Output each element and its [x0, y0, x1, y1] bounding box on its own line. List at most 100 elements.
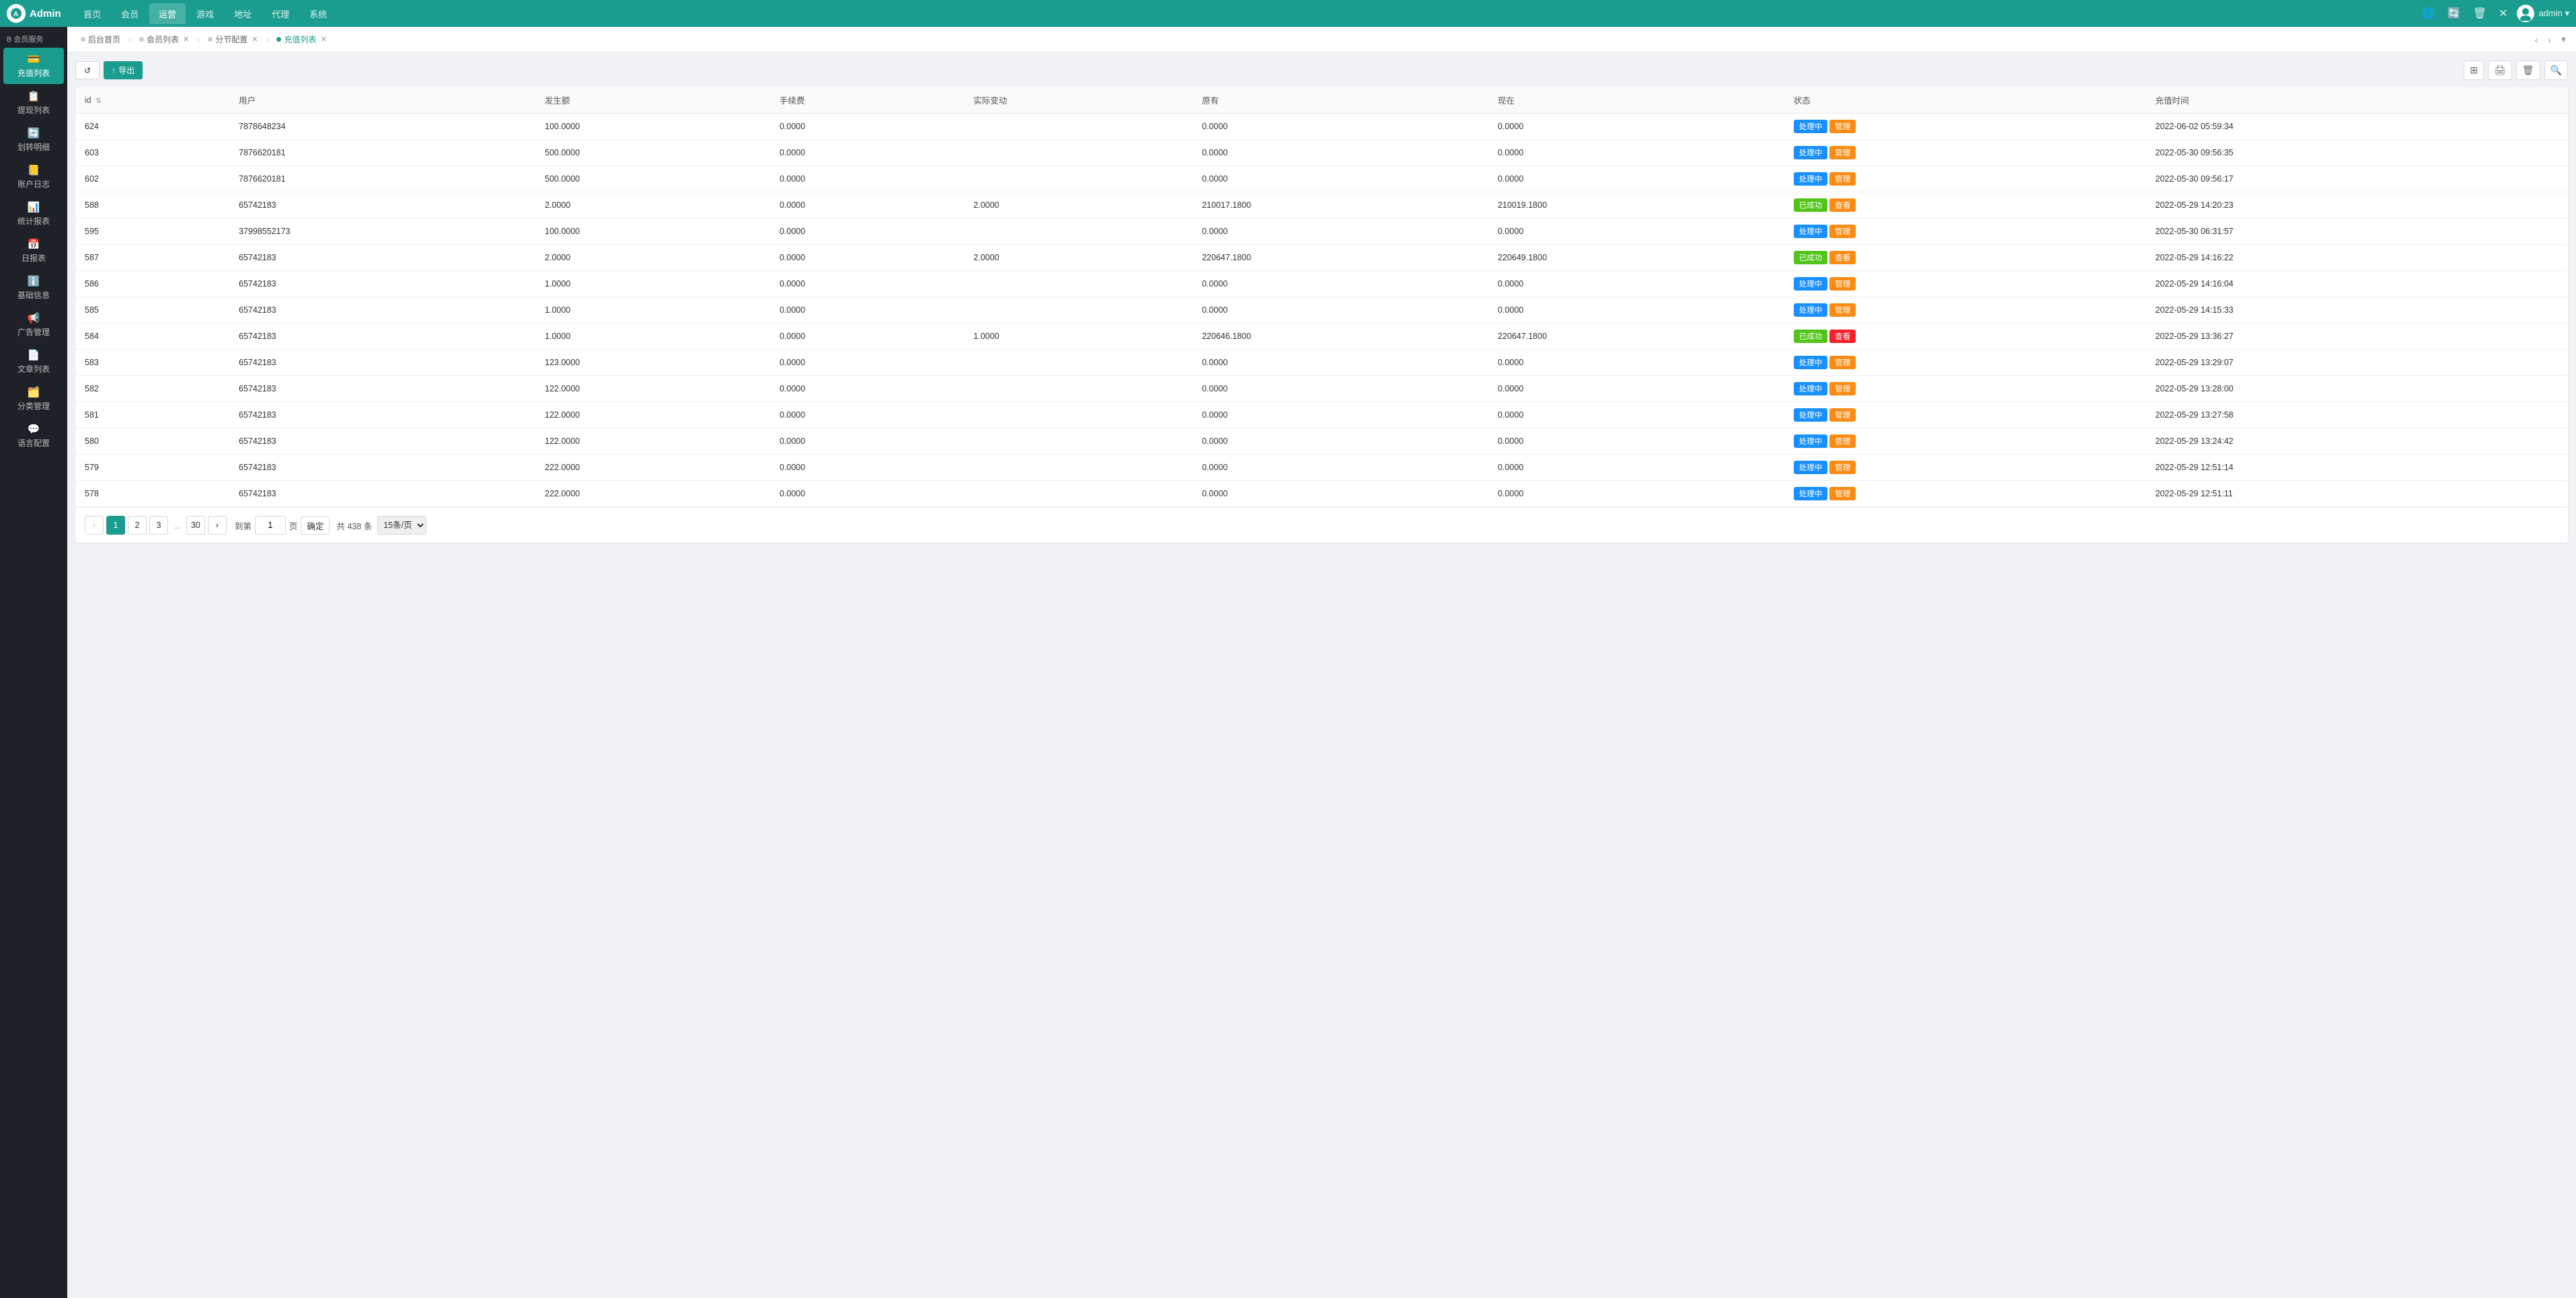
status-badge[interactable]: 查看	[1829, 198, 1856, 212]
status-badge[interactable]: 已成功	[1794, 330, 1828, 343]
sidebar-item-daily[interactable]: 📅 日报表	[3, 233, 64, 269]
status-badge[interactable]: 管理	[1829, 487, 1856, 500]
col-original: 原有	[1192, 87, 1488, 114]
refresh-nav-icon[interactable]: 🔄	[2445, 4, 2464, 23]
cell-actual-change	[964, 350, 1192, 376]
status-badge[interactable]: 处理中	[1794, 225, 1828, 238]
page-2-btn[interactable]: 2	[128, 516, 147, 535]
cell-original: 0.0000	[1192, 219, 1488, 245]
status-badge[interactable]: 处理中	[1794, 461, 1828, 474]
tab-next-arrow[interactable]: ›	[2544, 33, 2554, 46]
cell-user: 65742183	[229, 402, 535, 428]
status-badge[interactable]: 处理中	[1794, 120, 1828, 133]
tab-home[interactable]: 后台首页	[74, 30, 127, 48]
toolbar-right: ⊞ 🖨 🗑 🔍	[2464, 61, 2568, 80]
cell-id: 579	[75, 455, 229, 481]
col-id[interactable]: id ⇅	[75, 87, 229, 114]
user-info[interactable]: admin ▾	[2517, 5, 2569, 22]
page-1-btn[interactable]: 1	[106, 516, 125, 535]
cell-fee: 0.0000	[770, 140, 964, 166]
status-badge[interactable]: 处理中	[1794, 146, 1828, 159]
nav-agent[interactable]: 代理	[262, 3, 299, 24]
status-badge[interactable]: 管理	[1829, 120, 1856, 133]
nav-games[interactable]: 游戏	[187, 3, 223, 24]
status-badge[interactable]: 管理	[1829, 382, 1856, 395]
status-badge[interactable]: 已成功	[1794, 198, 1828, 212]
nav-home[interactable]: 首页	[74, 3, 110, 24]
status-badge[interactable]: 处理中	[1794, 487, 1828, 500]
sidebar-item-language[interactable]: 💬 语言配置	[3, 418, 64, 454]
sidebar-item-recharge[interactable]: 💳 充值列表	[3, 48, 64, 84]
tab-close-recharge[interactable]: ✕	[321, 35, 327, 44]
sidebar-item-basic-info[interactable]: ℹ️ 基础信息	[3, 270, 64, 306]
cell-original: 0.0000	[1192, 402, 1488, 428]
avatar	[2517, 5, 2534, 22]
tab-member-list[interactable]: 会员列表 ✕	[132, 30, 196, 48]
status-badge[interactable]: 管理	[1829, 172, 1856, 186]
nav-operations[interactable]: 运营	[149, 3, 186, 24]
status-badge[interactable]: 已成功	[1794, 251, 1828, 264]
trash-nav-icon[interactable]: 🗑	[2470, 4, 2489, 23]
sidebar-item-account-log[interactable]: 📒 账户日志	[3, 159, 64, 195]
sidebar-item-stats[interactable]: 📊 统计报表	[3, 196, 64, 232]
status-badge[interactable]: 管理	[1829, 303, 1856, 317]
nav-member[interactable]: 会员	[112, 3, 148, 24]
grid-view-button[interactable]: ⊞	[2464, 61, 2484, 80]
cell-recharge-time: 2022-05-29 13:29:07	[2146, 350, 2568, 376]
logo-icon: A	[7, 4, 26, 23]
tab-close-section[interactable]: ✕	[252, 35, 258, 44]
cell-actual-change	[964, 140, 1192, 166]
delete-button[interactable]: 🗑	[2516, 61, 2540, 80]
close-nav-icon[interactable]: ✕	[2496, 4, 2510, 23]
status-badge[interactable]: 管理	[1829, 225, 1856, 238]
page-30-btn[interactable]: 30	[186, 516, 205, 535]
tab-prev-arrow[interactable]: ‹	[2532, 33, 2542, 46]
export-button[interactable]: ↑ 导出	[104, 61, 143, 79]
refresh-button[interactable]: ↺	[75, 61, 100, 79]
sidebar-item-ads[interactable]: 📢 广告管理	[3, 307, 64, 343]
cell-id: 578	[75, 481, 229, 507]
status-badge[interactable]: 管理	[1829, 434, 1856, 448]
status-badge[interactable]: 处理中	[1794, 382, 1828, 395]
nav-system[interactable]: 系统	[300, 3, 336, 24]
tab-dropdown-arrow[interactable]: ▾	[2558, 32, 2569, 46]
cell-original: 0.0000	[1192, 376, 1488, 402]
status-badge[interactable]: 管理	[1829, 277, 1856, 291]
user-name: admin ▾	[2538, 8, 2569, 19]
app-logo[interactable]: A Admin	[7, 4, 74, 23]
globe-icon[interactable]: 🌐	[2419, 4, 2438, 23]
cell-current: 0.0000	[1488, 297, 1784, 323]
status-badge[interactable]: 处理中	[1794, 172, 1828, 186]
search-button[interactable]: 🔍	[2544, 61, 2568, 80]
status-badge[interactable]: 管理	[1829, 461, 1856, 474]
status-badge[interactable]: 处理中	[1794, 408, 1828, 422]
sidebar-item-transfer[interactable]: 🔄 划转明细	[3, 122, 64, 158]
status-badge[interactable]: 管理	[1829, 146, 1856, 159]
status-badge[interactable]: 处理中	[1794, 434, 1828, 448]
tab-section-config[interactable]: 分节配置 ✕	[201, 30, 264, 48]
sidebar-item-withdrawal[interactable]: 📋 提现列表	[3, 85, 64, 121]
page-size-select[interactable]: 10条/页 15条/页 20条/页 50条/页	[377, 516, 426, 535]
status-badge[interactable]: 管理	[1829, 408, 1856, 422]
nav-address[interactable]: 地址	[225, 3, 261, 24]
cell-actual-change	[964, 402, 1192, 428]
sidebar-item-category[interactable]: 🗂️ 分类管理	[3, 381, 64, 417]
sidebar-item-articles[interactable]: 📄 文章列表	[3, 344, 64, 380]
jump-input[interactable]	[255, 516, 286, 535]
tab-close-member[interactable]: ✕	[183, 35, 189, 44]
stats-icon: 📊	[28, 201, 40, 213]
status-badge[interactable]: 查看	[1829, 251, 1856, 264]
page-prev-btn[interactable]: ‹	[85, 516, 104, 535]
cell-user: 65742183	[229, 350, 535, 376]
print-button[interactable]: 🖨	[2488, 61, 2512, 80]
jump-confirm-btn[interactable]: 确定	[301, 517, 330, 535]
page-next-btn[interactable]: ›	[208, 516, 227, 535]
status-badge[interactable]: 管理	[1829, 356, 1856, 369]
status-badge[interactable]: 处理中	[1794, 303, 1828, 317]
page-3-btn[interactable]: 3	[149, 516, 168, 535]
status-badge[interactable]: 处理中	[1794, 277, 1828, 291]
status-badge[interactable]: 处理中	[1794, 356, 1828, 369]
tab-recharge-list[interactable]: 充值列表 ✕	[270, 30, 333, 48]
cell-current: 0.0000	[1488, 481, 1784, 507]
status-badge[interactable]: 查看	[1829, 330, 1856, 343]
